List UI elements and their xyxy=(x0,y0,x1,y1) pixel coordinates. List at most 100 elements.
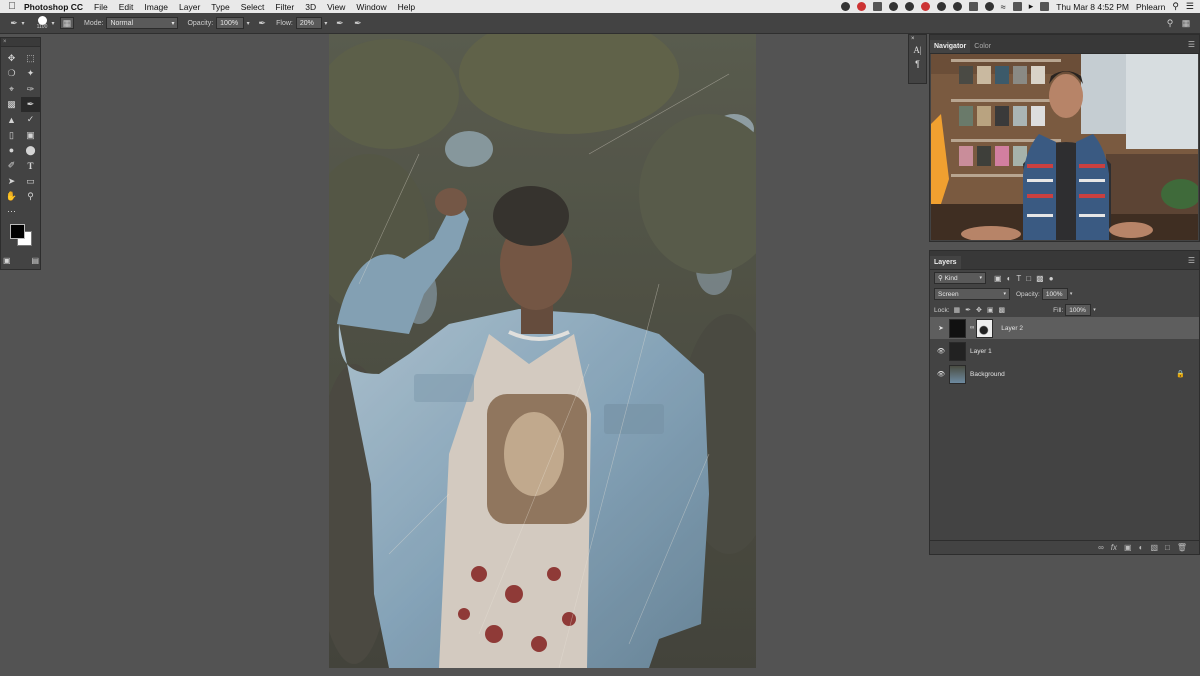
tab-color[interactable]: Color xyxy=(970,40,995,53)
spotlight-search-icon[interactable]: ⚲ xyxy=(1172,1,1179,12)
navigator-preview[interactable] xyxy=(931,54,1198,240)
brush-tool-icon[interactable]: ✒ xyxy=(21,96,40,113)
layer-style-fx-icon[interactable]: fx xyxy=(1111,543,1117,552)
healing-brush-tool-icon[interactable]: ▩ xyxy=(2,97,21,112)
strip-collapse-icon[interactable]: × xyxy=(909,35,926,43)
new-group-icon[interactable]: ▧ xyxy=(1150,543,1158,552)
chevron-down-icon[interactable]: ▾ xyxy=(322,20,330,27)
tray-gear-icon[interactable] xyxy=(936,2,946,11)
tray-drive-icon[interactable] xyxy=(888,2,898,11)
blend-mode-select[interactable]: Screen ▾ xyxy=(934,288,1010,300)
layer-name[interactable]: Layer 2 xyxy=(1001,325,1023,332)
layer-thumbnail[interactable] xyxy=(949,341,966,361)
pen-tool-icon[interactable]: ✐ xyxy=(2,158,21,173)
search-icon[interactable]: ⚲ xyxy=(1164,18,1176,29)
menu-3d[interactable]: 3D xyxy=(305,2,316,12)
eraser-tool-icon[interactable]: ▯ xyxy=(2,127,21,142)
chevron-down-icon[interactable]: ▾ xyxy=(244,20,252,27)
filter-toggle-icon[interactable]: ● xyxy=(1049,274,1054,283)
delete-layer-icon[interactable]: 🗑 xyxy=(1177,543,1187,552)
tray-creative-cloud-icon[interactable] xyxy=(856,2,866,11)
path-selection-tool-icon[interactable]: ➤ xyxy=(2,173,21,188)
layer-row[interactable]: 👁 Background 🔒 xyxy=(930,363,1199,385)
layer-name[interactable]: Layer 1 xyxy=(970,348,992,355)
filter-smart-object-icon[interactable]: ▩ xyxy=(1036,274,1044,283)
cursor-arrow-icon[interactable]: ➤ xyxy=(933,324,949,332)
tray-app-icon[interactable] xyxy=(840,2,850,11)
mode-select[interactable]: Normal ▾ xyxy=(106,17,179,29)
tray-bluetooth-icon[interactable] xyxy=(984,2,994,11)
marquee-tool-icon[interactable]: ⬚ xyxy=(21,51,40,66)
shape-tool-icon[interactable]: ▭ xyxy=(21,173,40,188)
menu-view[interactable]: View xyxy=(327,2,345,12)
menu-window[interactable]: Window xyxy=(356,2,386,12)
layer-opacity-input[interactable]: 100% xyxy=(1041,288,1068,300)
lock-artboard-icon[interactable]: ▣ xyxy=(987,306,994,314)
document-canvas[interactable] xyxy=(329,34,756,668)
menu-filter[interactable]: Filter xyxy=(275,2,294,12)
foreground-color-swatch[interactable] xyxy=(10,224,25,239)
menu-type[interactable]: Type xyxy=(211,2,229,12)
layer-mask-thumbnail[interactable] xyxy=(976,318,994,338)
lock-all-icon[interactable]: ▩ xyxy=(999,306,1006,314)
filter-adjustment-icon[interactable]: ◐ xyxy=(1007,274,1012,283)
brush-panel-toggle-icon[interactable]: ▦ xyxy=(60,17,74,29)
visibility-eye-icon[interactable]: 👁 xyxy=(933,347,949,355)
menu-file[interactable]: File xyxy=(94,2,108,12)
new-layer-icon[interactable]: □ xyxy=(1165,543,1170,552)
fill-input[interactable]: 100% xyxy=(1065,304,1092,316)
layer-row[interactable]: 👁 Layer 1 xyxy=(930,340,1199,362)
menu-image[interactable]: Image xyxy=(144,2,168,12)
volume-icon[interactable]: ▸ xyxy=(1029,1,1034,12)
history-brush-tool-icon[interactable]: ✓ xyxy=(21,112,40,127)
menubar-user[interactable]: Phlearn xyxy=(1136,2,1165,12)
eyedropper-tool-icon[interactable]: ✑ xyxy=(21,82,40,97)
chevron-down-icon[interactable]: ▾ xyxy=(50,20,56,27)
layer-row[interactable]: ➤ ∞ Layer 2 xyxy=(930,317,1199,339)
more-tools-icon[interactable]: ⋯ xyxy=(2,204,21,219)
lock-image-icon[interactable]: ✒ xyxy=(965,306,971,314)
move-tool-icon[interactable]: ✥ xyxy=(2,51,21,66)
pressure-opacity-icon[interactable]: ✒ xyxy=(256,18,268,29)
menu-edit[interactable]: Edit xyxy=(119,2,134,12)
panel-menu-icon[interactable]: ☰ xyxy=(1188,256,1195,265)
hand-tool-icon[interactable]: ✋ xyxy=(2,189,21,204)
clone-stamp-tool-icon[interactable]: ▲ xyxy=(2,112,21,127)
tray-record-icon[interactable] xyxy=(920,2,930,11)
layer-name[interactable]: Background xyxy=(970,371,1005,378)
visibility-eye-icon[interactable]: 👁 xyxy=(933,370,949,378)
quick-mask-icon[interactable]: ▣ xyxy=(3,256,11,265)
lasso-tool-icon[interactable]: ❍ xyxy=(2,66,21,81)
screen-mode-icon[interactable]: ▤ xyxy=(31,256,39,265)
crop-tool-icon[interactable]: ⌖ xyxy=(2,82,21,97)
dodge-tool-icon[interactable]: ⬤ xyxy=(21,143,40,158)
filter-kind-select[interactable]: ⚲ Kind ▾ xyxy=(934,272,986,284)
filter-shape-icon[interactable]: □ xyxy=(1026,274,1031,283)
type-tool-icon[interactable]: T xyxy=(21,158,40,173)
battery-icon[interactable] xyxy=(1040,2,1050,11)
magic-wand-tool-icon[interactable]: ✦ xyxy=(21,66,40,81)
apple-icon[interactable]:  xyxy=(0,1,24,12)
chevron-down-icon[interactable]: ▾ xyxy=(20,20,26,27)
tray-screen-icon[interactable] xyxy=(872,2,882,11)
brush-tool-preset-icon[interactable]: ✒ xyxy=(8,18,20,29)
adjustment-layer-icon[interactable]: ◐ xyxy=(1139,543,1144,552)
blur-tool-icon[interactable]: ● xyxy=(2,143,21,158)
pressure-size-icon[interactable]: ✒ xyxy=(352,18,364,29)
tray-shield-icon[interactable] xyxy=(904,2,914,11)
chevron-down-icon[interactable]: ▾ xyxy=(1070,291,1073,297)
tray-time-machine-icon[interactable] xyxy=(952,2,962,11)
notification-center-icon[interactable]: ☰ xyxy=(1186,1,1194,12)
menu-help[interactable]: Help xyxy=(398,2,415,12)
menu-layer[interactable]: Layer xyxy=(179,2,200,12)
airbrush-icon[interactable]: ✒ xyxy=(334,18,346,29)
tab-layers[interactable]: Layers xyxy=(930,256,961,269)
paragraph-panel-icon[interactable]: ¶ xyxy=(909,57,926,71)
gradient-tool-icon[interactable]: ▣ xyxy=(21,127,40,142)
lock-position-icon[interactable]: ✥ xyxy=(976,306,982,314)
layer-thumbnail[interactable] xyxy=(949,364,966,384)
mask-link-icon[interactable]: ∞ xyxy=(970,325,974,331)
link-layers-icon[interactable]: ∞ xyxy=(1098,543,1104,552)
lock-transparency-icon[interactable]: ▦ xyxy=(954,306,961,314)
app-menu[interactable]: Photoshop CC xyxy=(24,2,83,12)
